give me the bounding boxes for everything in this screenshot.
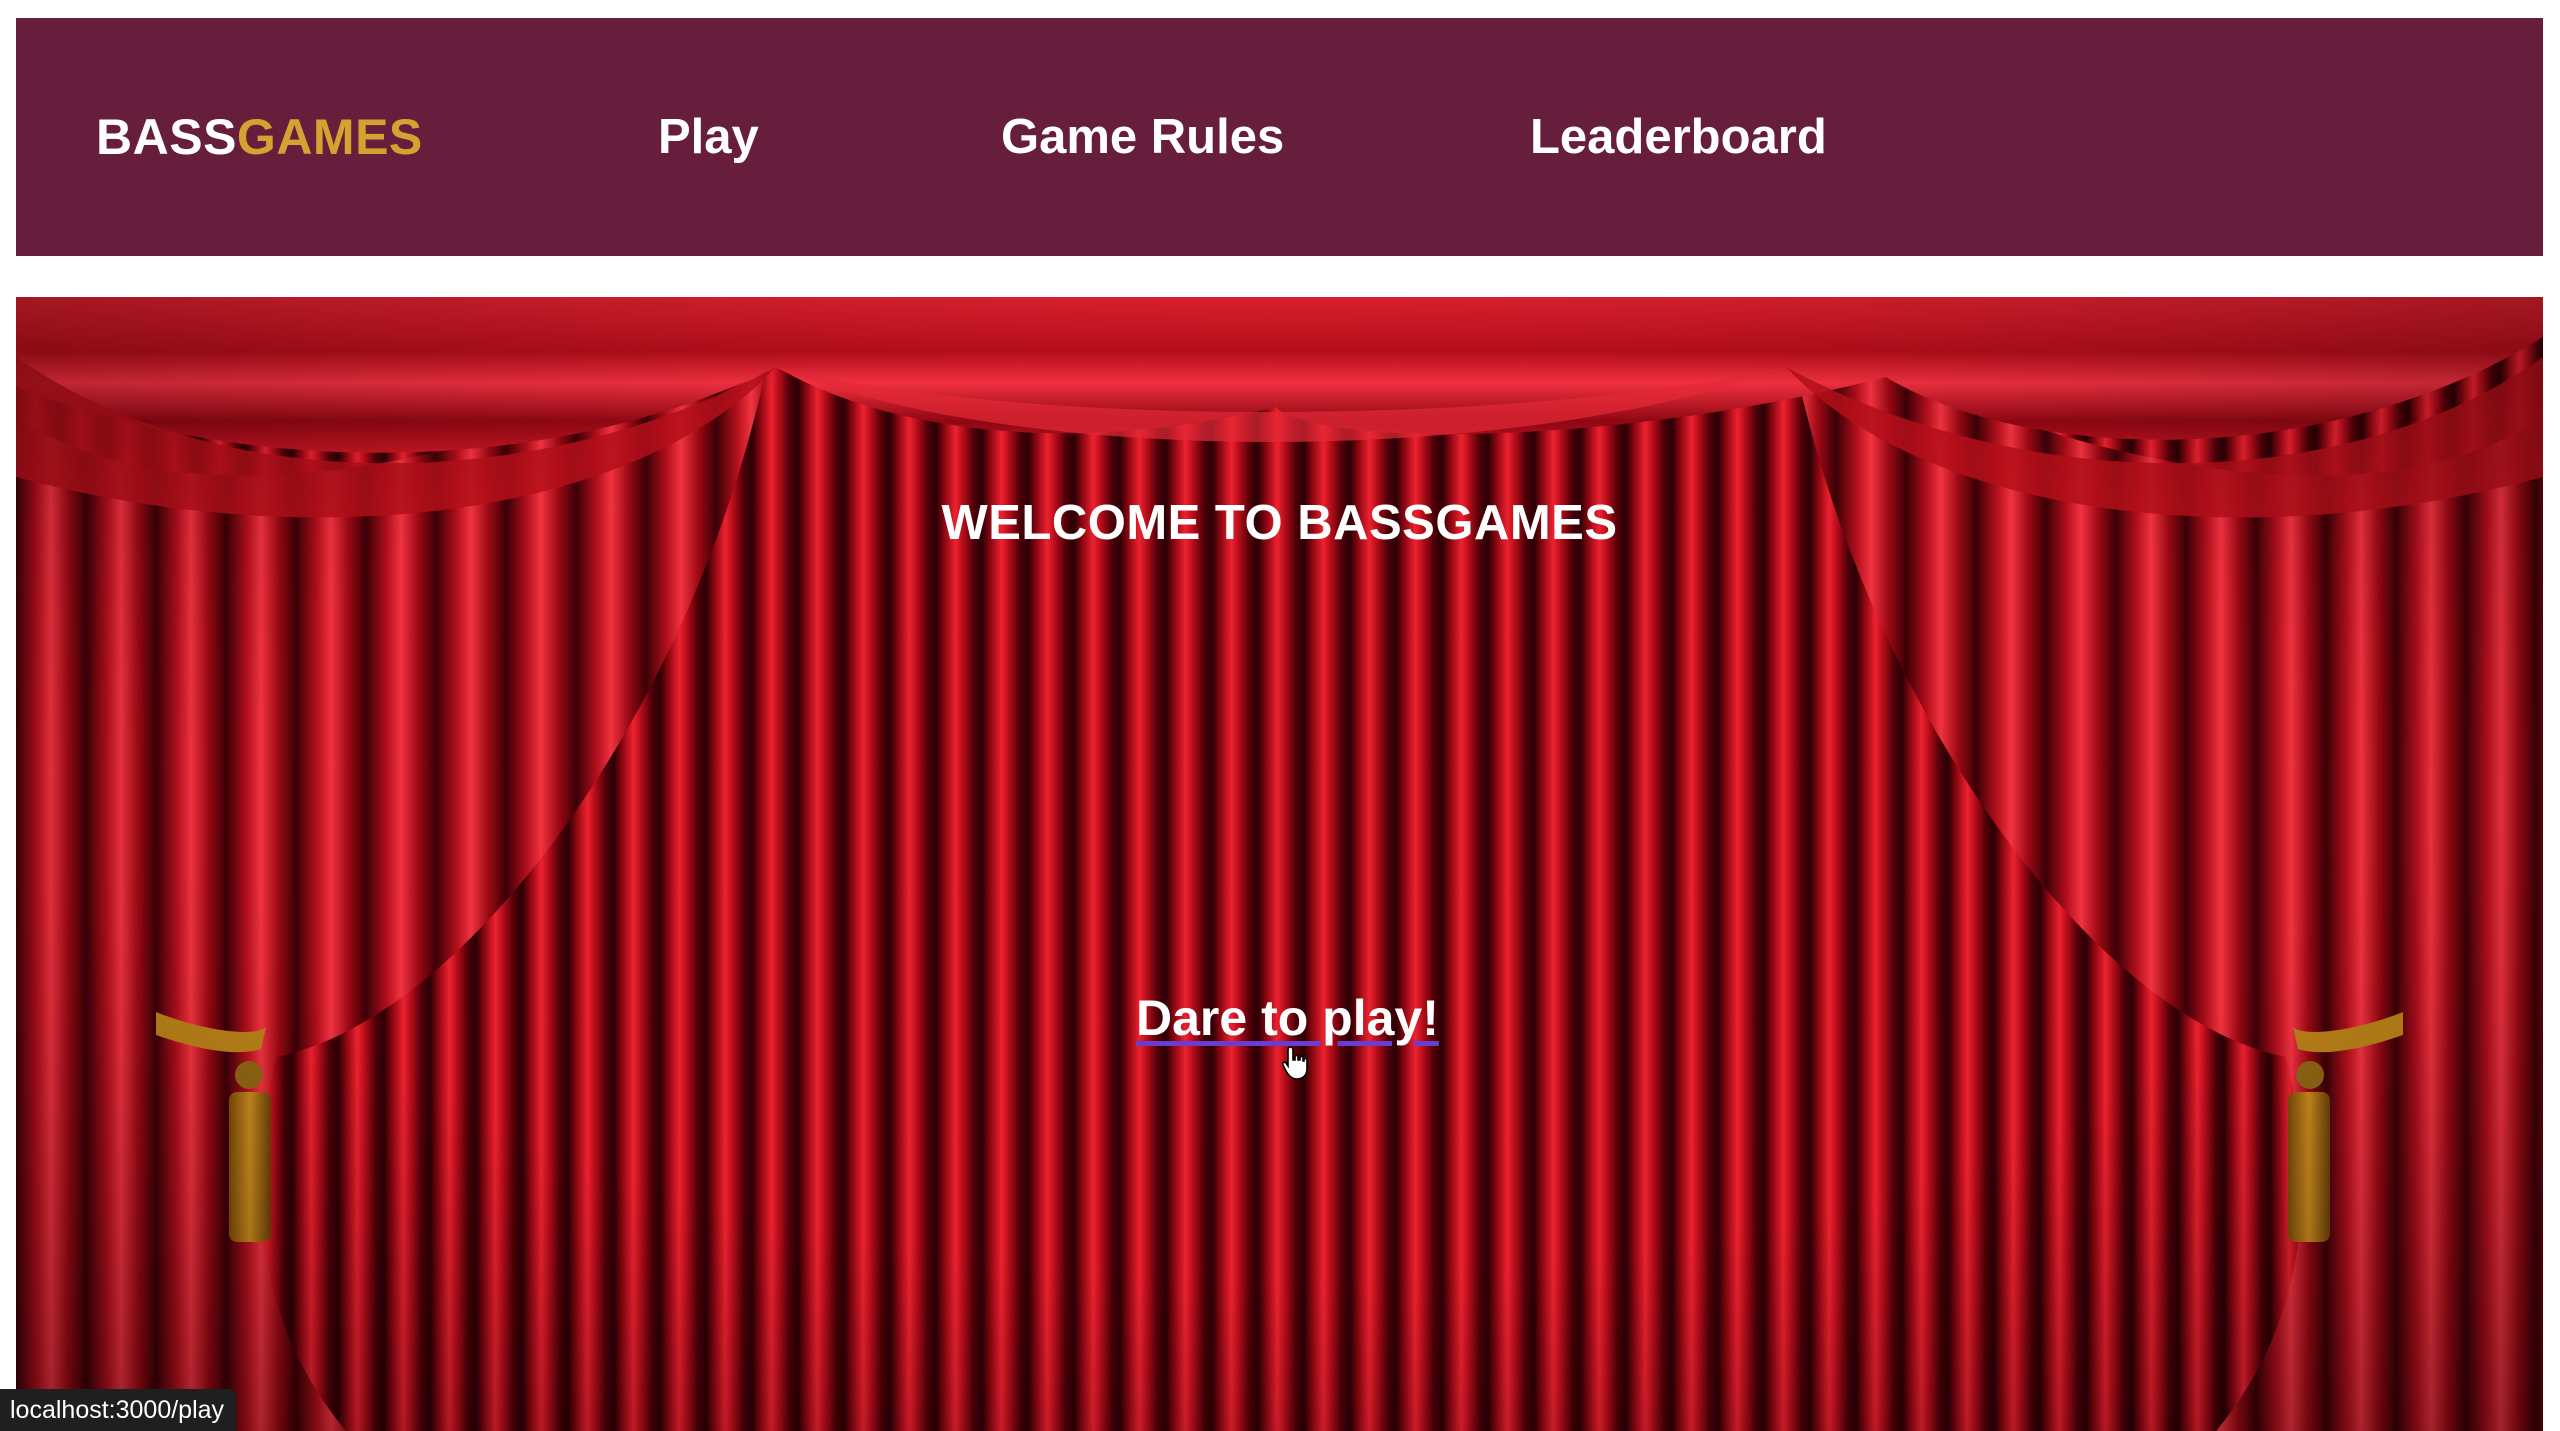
hero-section: WELCOME TO BASSGAMES Dare to play! [16,297,2543,1431]
browser-status-bar-url: localhost:3000/play [0,1389,237,1431]
brand-logo[interactable]: BASSGAMES [96,18,423,256]
nav-link-play[interactable]: Play [658,18,759,256]
brand-primary-text: BASS [96,109,237,165]
welcome-heading: WELCOME TO BASSGAMES [941,496,1618,550]
nav-link-leaderboard[interactable]: Leaderboard [1530,18,1827,256]
navbar: BASSGAMES Play Game Rules Leaderboard [16,18,2543,256]
nav-link-game-rules[interactable]: Game Rules [1001,18,1284,256]
dare-to-play-link[interactable]: Dare to play! [1136,989,1439,1047]
brand-accent-text: GAMES [236,109,423,165]
theater-curtain-background [16,297,2543,1431]
